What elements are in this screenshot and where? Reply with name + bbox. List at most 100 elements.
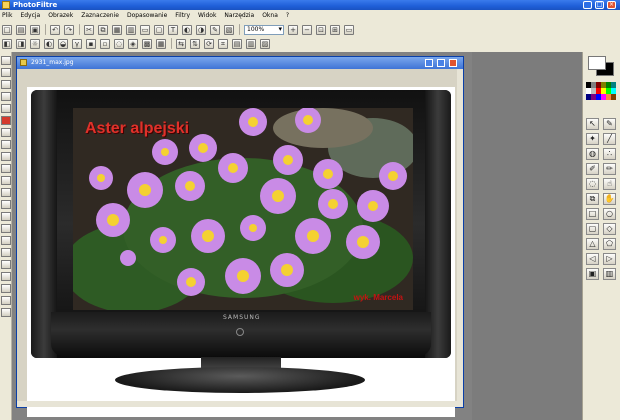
copy-icon[interactable]: ⧉ xyxy=(98,24,108,35)
shortcut-icon[interactable] xyxy=(1,248,11,257)
brush-tool-icon[interactable]: ✐ xyxy=(586,163,599,175)
blur-icon[interactable]: ◌ xyxy=(114,38,124,49)
selection-mode-icon[interactable]: ▥ xyxy=(603,268,616,280)
image-canvas[interactable]: SAMSUNG Aster alpejski wyk. Marcela xyxy=(27,87,455,417)
flip-vertical-icon[interactable]: ⇅ xyxy=(190,38,200,49)
polygon-tool-icon[interactable]: ⬠ xyxy=(603,238,616,250)
shortcut-icon[interactable] xyxy=(1,56,11,65)
shortcut-icon[interactable] xyxy=(1,308,11,317)
zoom-in-icon[interactable]: + xyxy=(288,24,298,35)
frame-icon[interactable]: ▧ xyxy=(224,24,234,35)
shortcut-icon[interactable] xyxy=(1,224,11,233)
color-selector[interactable] xyxy=(586,54,616,78)
shortcut-icon[interactable] xyxy=(1,176,11,185)
redo-icon[interactable]: ↷ xyxy=(64,24,74,35)
menu-selection[interactable]: Zaznaczenie xyxy=(81,10,119,21)
doc-maximize-button[interactable] xyxy=(437,59,445,67)
mosaic-icon[interactable]: ▦ xyxy=(156,38,166,49)
clone-tool-icon[interactable]: ⧉ xyxy=(586,193,599,205)
batch-icon[interactable]: ▨ xyxy=(260,38,270,49)
brush-icon[interactable]: ✎ xyxy=(210,24,220,35)
minimize-button[interactable]: ‾ xyxy=(583,1,592,9)
cut-icon[interactable]: ✂ xyxy=(84,24,94,35)
line-tool-icon[interactable]: ╱ xyxy=(603,133,616,145)
shortcut-icon[interactable] xyxy=(1,80,11,89)
close-button[interactable]: × xyxy=(607,1,616,9)
triangle-tool-icon[interactable]: △ xyxy=(586,238,599,250)
sepia-icon[interactable]: ▫ xyxy=(100,38,110,49)
pointer-tool-icon[interactable]: ↖ xyxy=(586,118,599,130)
paste-new-icon[interactable]: ▥ xyxy=(126,24,136,35)
freehand-tool-icon[interactable]: ▷ xyxy=(603,253,616,265)
shortcut-icon[interactable] xyxy=(1,164,11,173)
ellipse-tool-icon[interactable]: ○ xyxy=(603,208,616,220)
sharpen-icon[interactable]: ◈ xyxy=(128,38,138,49)
hand-tool-icon[interactable]: ✋ xyxy=(603,193,616,205)
shortcut-icon[interactable] xyxy=(1,284,11,293)
swatch[interactable] xyxy=(611,94,616,100)
actual-size-icon[interactable]: ⊡ xyxy=(316,24,326,35)
brightness-icon[interactable]: ☼ xyxy=(30,38,40,49)
menu-file[interactable]: Plik xyxy=(2,10,12,21)
shortcut-icon[interactable] xyxy=(1,188,11,197)
shortcut-icon[interactable] xyxy=(1,236,11,245)
grayscale-icon[interactable]: ▪ xyxy=(86,38,96,49)
undo-icon[interactable]: ↶ xyxy=(50,24,60,35)
menu-view[interactable]: Widok xyxy=(198,10,216,21)
shortcut-icon[interactable] xyxy=(1,128,11,137)
menu-filters[interactable]: Filtry xyxy=(175,10,190,21)
contrast-icon[interactable]: ◐ xyxy=(44,38,54,49)
menu-tools[interactable]: Narzędzia xyxy=(224,10,254,21)
fit-window-icon[interactable]: ⊞ xyxy=(330,24,340,35)
shortcut-icon[interactable] xyxy=(1,68,11,77)
shortcut-icon[interactable] xyxy=(1,152,11,161)
shortcut-icon[interactable] xyxy=(1,92,11,101)
save-icon[interactable]: ▣ xyxy=(30,24,40,35)
rectangle-tool-icon[interactable]: □ xyxy=(586,208,599,220)
menu-adjust[interactable]: Dopasowanie xyxy=(127,10,167,21)
spray-tool-icon[interactable]: ∴ xyxy=(603,148,616,160)
menu-edit[interactable]: Edycja xyxy=(20,10,40,21)
emboss-icon[interactable]: ▩ xyxy=(142,38,152,49)
filter-icon[interactable]: ◐ xyxy=(182,24,192,35)
image-size-icon[interactable]: ▭ xyxy=(140,24,150,35)
fullscreen-icon[interactable]: ▭ xyxy=(344,24,354,35)
shortcut-icon[interactable] xyxy=(1,140,11,149)
rgb-icon[interactable]: ◧ xyxy=(2,38,12,49)
doc-close-button[interactable] xyxy=(449,59,457,67)
document-title-bar[interactable]: 2931_max.jpg xyxy=(17,57,463,69)
rounded-rect-tool-icon[interactable]: ▢ xyxy=(586,223,599,235)
lasso-tool-icon[interactable]: ◁ xyxy=(586,253,599,265)
open-folder-icon[interactable]: ▤ xyxy=(16,24,26,35)
text-tool-icon[interactable]: T xyxy=(168,24,178,35)
eyedropper-tool-icon[interactable]: ✎ xyxy=(603,118,616,130)
pencil-tool-icon[interactable]: ✏ xyxy=(603,163,616,175)
crop-icon[interactable]: ⌗ xyxy=(218,38,228,49)
color-icon[interactable]: ◑ xyxy=(196,24,206,35)
shortcut-icon[interactable] xyxy=(1,212,11,221)
diamond-tool-icon[interactable]: ◇ xyxy=(603,223,616,235)
shortcut-icon[interactable] xyxy=(1,296,11,305)
grid-icon[interactable]: ▤ xyxy=(232,38,242,49)
shortcut-icon[interactable] xyxy=(1,104,11,113)
smudge-tool-icon[interactable]: ☝ xyxy=(603,178,616,190)
zoom-out-icon[interactable]: − xyxy=(302,24,312,35)
zoom-select[interactable]: 100% xyxy=(244,24,284,35)
doc-minimize-button[interactable] xyxy=(425,59,433,67)
star-icon[interactable] xyxy=(1,116,11,125)
rotate-icon[interactable]: ⟳ xyxy=(204,38,214,49)
gamma-icon[interactable]: γ xyxy=(72,38,82,49)
magic-wand-tool-icon[interactable]: ✦ xyxy=(586,133,599,145)
shortcut-icon[interactable] xyxy=(1,200,11,209)
saturation-icon[interactable]: ◒ xyxy=(58,38,68,49)
flip-horizontal-icon[interactable]: ⇆ xyxy=(176,38,186,49)
paste-icon[interactable]: ▦ xyxy=(112,24,122,35)
shortcut-icon[interactable] xyxy=(1,260,11,269)
menu-windows[interactable]: Okna xyxy=(262,10,278,21)
blur-tool-icon[interactable]: ◌ xyxy=(586,178,599,190)
shortcut-icon[interactable] xyxy=(1,272,11,281)
canvas-size-icon[interactable]: ▢ xyxy=(154,24,164,35)
document-horizontal-scrollbar[interactable] xyxy=(17,401,463,407)
menu-help[interactable]: ? xyxy=(286,10,289,21)
menu-image[interactable]: Obrazek xyxy=(48,10,73,21)
